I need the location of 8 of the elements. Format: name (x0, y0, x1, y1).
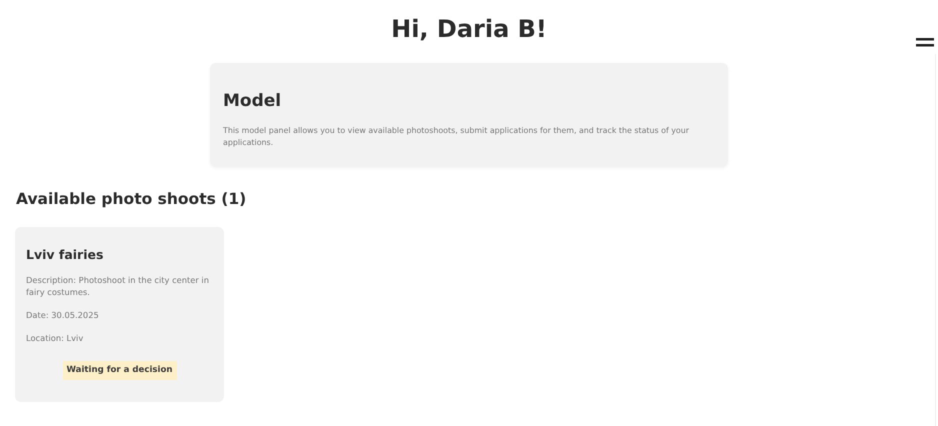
greeting-heading: Hi, Daria B! (391, 14, 547, 44)
shoot-date: Date: 30.05.2025 (26, 308, 100, 321)
panel-title: Model (223, 91, 282, 112)
status-label: Waiting for a decision (62, 360, 176, 380)
shoot-location: Location: Lviv (26, 332, 84, 344)
shoot-title: Lviv fairies (26, 246, 104, 262)
section-heading: Available photo shoots (1) (16, 189, 248, 210)
shoot-description: Description: Photoshoot in the city center in fairy costumes. (26, 274, 210, 298)
